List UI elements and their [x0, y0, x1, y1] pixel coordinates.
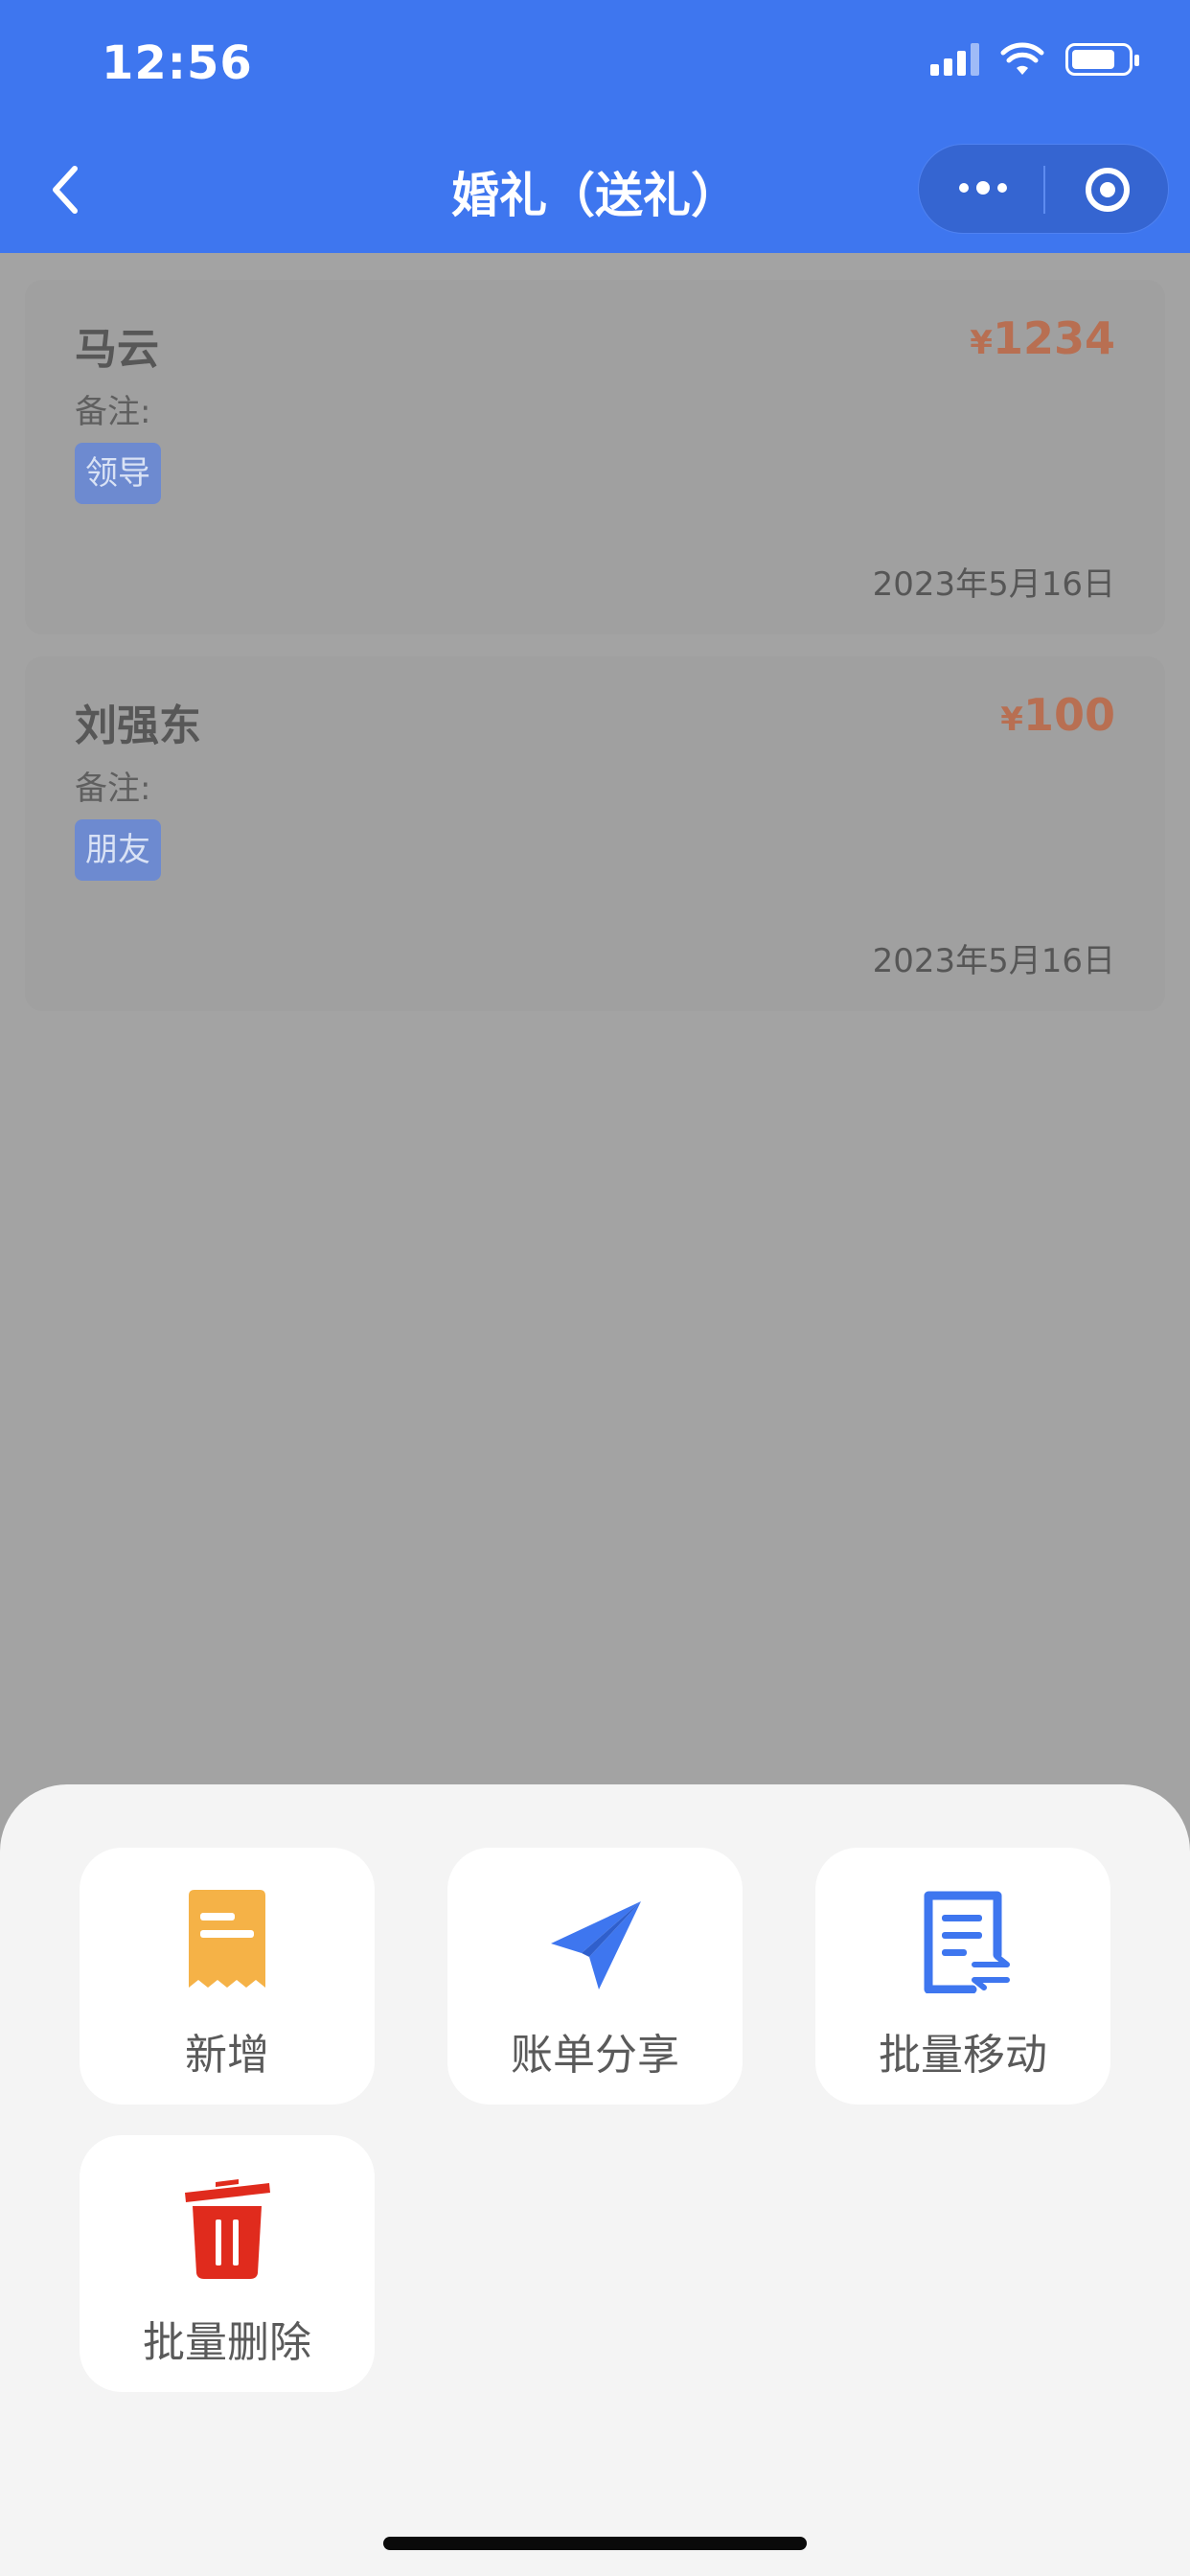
share-bill-button[interactable]: 账单分享 — [447, 1848, 743, 2104]
record-amount: ¥1234 — [970, 312, 1115, 364]
trash-icon — [185, 2179, 270, 2279]
top-bar: 12:56 婚礼（送礼） — [0, 0, 1190, 253]
record-card[interactable]: 刘强东 ¥100 备注: 朋友 2023年5月16日 — [25, 656, 1165, 1011]
mini-program-capsule — [918, 144, 1169, 234]
signal-icon — [930, 43, 979, 76]
batch-delete-label: 批量删除 — [143, 2318, 311, 2367]
record-date: 2023年5月16日 — [872, 565, 1115, 604]
more-button[interactable] — [959, 181, 1007, 195]
paper-plane-icon — [551, 1901, 641, 1990]
amount-value: 1234 — [992, 312, 1115, 364]
record-name: 马云 — [75, 325, 159, 374]
record-name: 刘强东 — [75, 702, 201, 750]
record-tag: 朋友 — [75, 819, 161, 881]
record-card[interactable]: 马云 ¥1234 备注: 领导 2023年5月16日 — [25, 280, 1165, 634]
record-note: 备注: — [75, 393, 151, 431]
batch-move-button[interactable]: 批量移动 — [815, 1848, 1110, 2104]
record-tag: 领导 — [75, 443, 161, 504]
add-button[interactable]: 新增 — [80, 1848, 375, 2104]
status-icons — [930, 42, 1139, 77]
close-mini-program-button[interactable] — [1084, 166, 1132, 214]
amount-value: 100 — [1022, 689, 1115, 741]
record-date: 2023年5月16日 — [872, 942, 1115, 980]
share-bill-label: 账单分享 — [511, 2031, 679, 2080]
receipt-icon — [189, 1890, 265, 1988]
capsule-divider — [1043, 166, 1045, 214]
document-transfer-icon — [924, 1891, 1010, 1993]
action-sheet: 新增 账单分享 批量移动 批量删除 — [0, 1784, 1190, 2576]
record-note: 备注: — [75, 770, 151, 808]
record-amount: ¥100 — [1000, 689, 1115, 741]
batch-delete-button[interactable]: 批量删除 — [80, 2135, 375, 2392]
wifi-icon — [1000, 42, 1044, 75]
currency-symbol: ¥ — [1000, 701, 1023, 739]
home-indicator — [383, 2537, 807, 2550]
battery-icon — [1065, 43, 1139, 76]
currency-symbol: ¥ — [970, 324, 993, 362]
add-label: 新增 — [185, 2031, 269, 2080]
batch-move-label: 批量移动 — [879, 2031, 1047, 2080]
status-time: 12:56 — [102, 36, 253, 90]
